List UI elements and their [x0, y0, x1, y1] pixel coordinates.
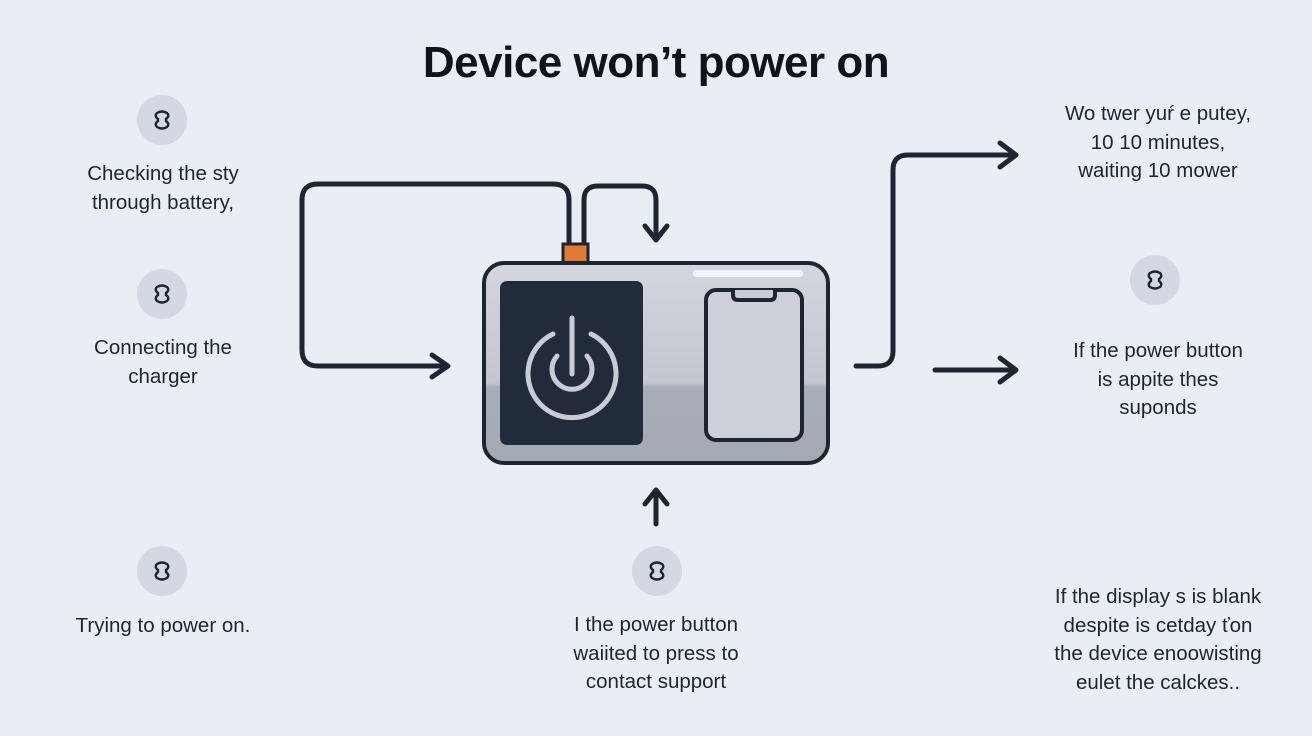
- step-badge-right: [1130, 255, 1180, 305]
- straight-arrow-right: [932, 355, 1019, 385]
- step-text-line: is appite thes: [1097, 367, 1219, 391]
- step-try-power-on: Trying to power on.: [40, 612, 286, 641]
- step-text-line: eulet the calckes..: [1075, 670, 1241, 694]
- step-text-line: Wo twer yuŕ e putey,: [1064, 102, 1252, 125]
- step-text-line: charger: [128, 364, 198, 388]
- link-loop-icon: [154, 110, 170, 130]
- step-display-blank: If the display s is blank despite is cet…: [1022, 583, 1294, 697]
- step-power-button-responds: If the power button is appite thes supon…: [1030, 337, 1286, 423]
- step-text-line: despite is cetday ťon: [1063, 613, 1253, 637]
- step-text-line: 10 10 minutes,: [1090, 130, 1226, 154]
- step-text-line: Trying to power on.: [75, 614, 251, 637]
- step-text-line: Checking the sty: [87, 162, 239, 185]
- link-loop-icon: [154, 561, 170, 581]
- step-wait-minutes: Wo twer yuŕ e putey, 10 10 minutes, wait…: [1030, 100, 1286, 186]
- step-text-line: waiited to press to: [573, 641, 739, 665]
- step-badge-center: [632, 546, 682, 596]
- step-badge-2: [137, 269, 187, 319]
- phone-outline-icon: [704, 288, 804, 442]
- link-loop-icon: [649, 561, 665, 581]
- link-loop-icon: [1147, 270, 1163, 290]
- link-loop-icon: [154, 284, 170, 304]
- step-text-line: If the display s is blank: [1054, 585, 1262, 608]
- step-badge-3: [137, 546, 187, 596]
- step-text-line: If the power button: [1073, 339, 1243, 362]
- rise-arrow-right: [853, 140, 1019, 369]
- step-connect-charger: Connecting the charger: [50, 334, 276, 391]
- hook-arrow-top: [581, 183, 670, 247]
- step-contact-support: I the power button waiited to press to c…: [526, 611, 786, 697]
- step-text-line: through battery,: [91, 190, 235, 214]
- step-text-line: waiting 10 mower: [1078, 159, 1238, 182]
- step-text-line: contact support: [585, 670, 727, 693]
- device-illustration: [482, 242, 830, 465]
- step-badge-1: [137, 95, 187, 145]
- step-text-line: the device enoowisting: [1054, 642, 1262, 665]
- step-text-line: suponds: [1119, 396, 1197, 419]
- step-check-battery: Checking the sty through battery,: [50, 160, 276, 217]
- step-text-line: Connecting the: [94, 336, 232, 359]
- step-text-line: I the power button: [573, 613, 739, 636]
- device-connector: [561, 242, 590, 265]
- up-arrow-bottom: [642, 487, 670, 527]
- device-highlight: [693, 270, 803, 277]
